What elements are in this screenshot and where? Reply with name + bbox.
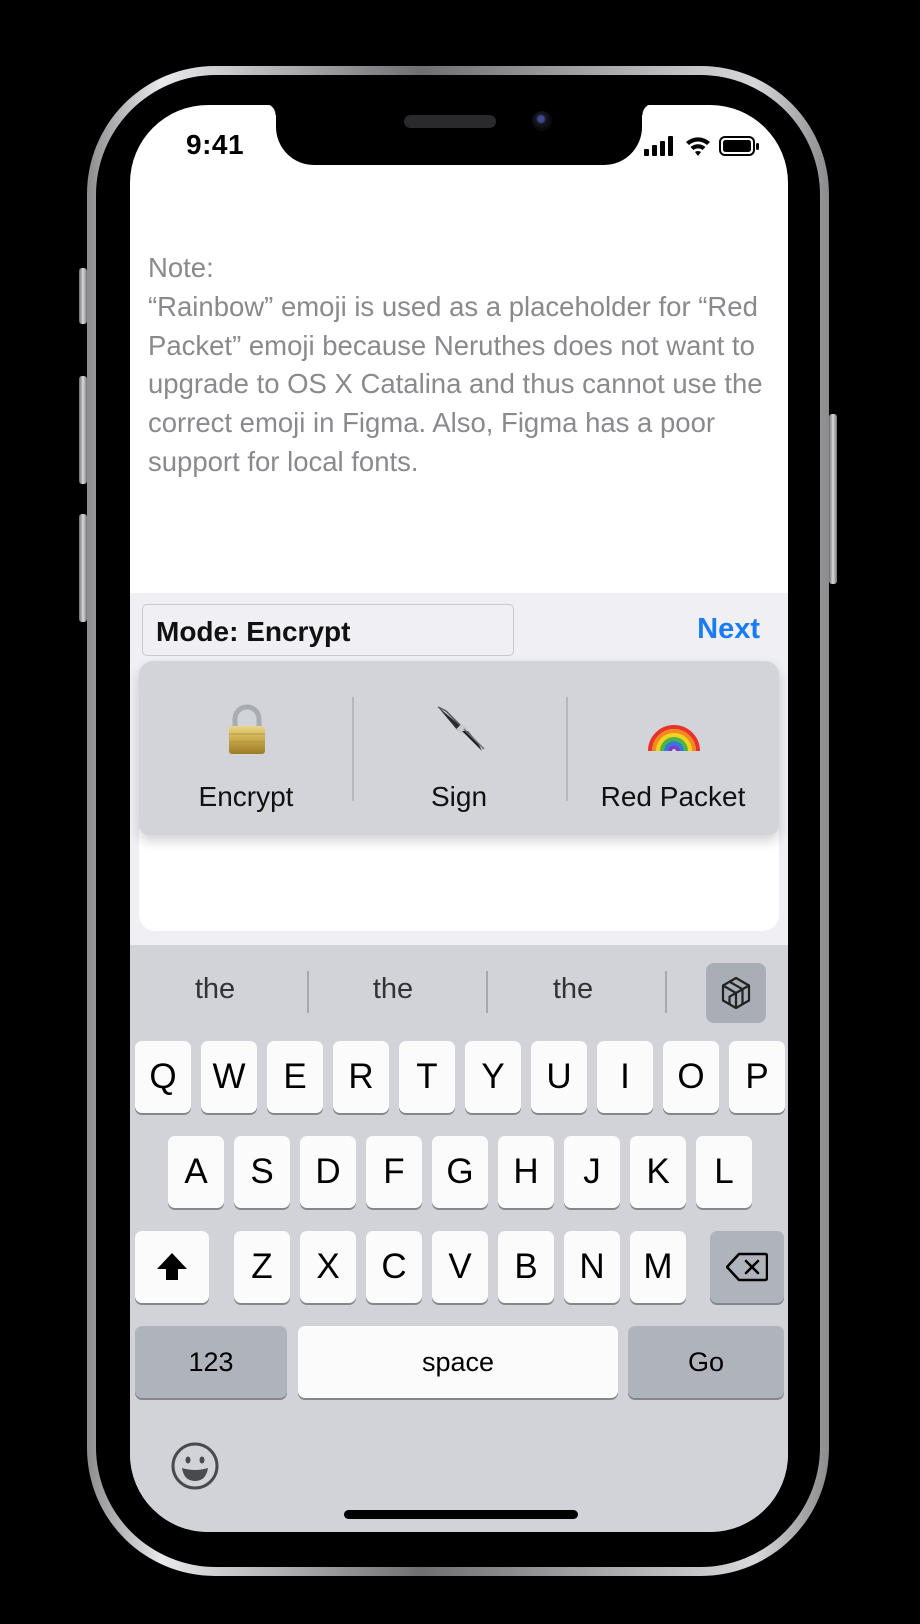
key-p[interactable]: P xyxy=(729,1041,785,1113)
red-packet-action[interactable]: Red Packet xyxy=(566,661,780,835)
delete-key[interactable] xyxy=(710,1231,784,1303)
rainbow-icon xyxy=(648,725,700,752)
sign-label: Sign xyxy=(430,781,488,812)
mode-label: Mode: Encrypt xyxy=(156,616,351,647)
key-w[interactable]: W xyxy=(201,1041,257,1113)
keyboard: the the the Q W E R T Y U I O P A S D F … xyxy=(130,945,788,1532)
note-text: Note: “Rainbow” emoji is used as a place… xyxy=(148,252,763,477)
sign-action[interactable]: Sign xyxy=(352,661,566,835)
keyboard-extension-button[interactable] xyxy=(706,963,766,1023)
suggestion-divider xyxy=(486,971,488,1013)
key-y[interactable]: Y xyxy=(465,1041,521,1113)
key-l[interactable]: L xyxy=(696,1136,752,1208)
status-time: 9:41 xyxy=(186,129,245,160)
key-q[interactable]: Q xyxy=(135,1041,191,1113)
content-card[interactable] xyxy=(139,819,779,931)
mode-field[interactable]: Mode: Encrypt xyxy=(142,604,514,656)
key-z[interactable]: Z xyxy=(234,1231,290,1303)
key-h[interactable]: H xyxy=(498,1136,554,1208)
go-key[interactable]: Go xyxy=(628,1326,784,1398)
red-packet-label: Red Packet xyxy=(600,781,746,812)
status-icons xyxy=(644,136,759,156)
key-b[interactable]: B xyxy=(498,1231,554,1303)
mute-switch xyxy=(79,268,87,324)
key-f[interactable]: F xyxy=(366,1136,422,1208)
key-u[interactable]: U xyxy=(531,1041,587,1113)
key-c[interactable]: C xyxy=(366,1231,422,1303)
key-k[interactable]: K xyxy=(630,1136,686,1208)
shift-key[interactable] xyxy=(135,1231,209,1303)
home-indicator[interactable] xyxy=(344,1510,578,1519)
screen: 9:41 Note: “Rainbow” emoji is used as a … xyxy=(130,105,788,1532)
key-r[interactable]: R xyxy=(333,1041,389,1113)
encrypt-label: Encrypt xyxy=(198,781,294,812)
key-d[interactable]: D xyxy=(300,1136,356,1208)
key-s[interactable]: S xyxy=(234,1136,290,1208)
power-button xyxy=(829,414,837,584)
battery-icon xyxy=(719,136,759,156)
numbers-key[interactable]: 123 xyxy=(135,1326,287,1398)
key-n[interactable]: N xyxy=(564,1231,620,1303)
notch xyxy=(264,105,654,165)
input-area: Mode: Encrypt Next Encrypt Sign Red Pack… xyxy=(130,593,788,945)
lock-icon xyxy=(229,704,265,754)
key-o[interactable]: O xyxy=(663,1041,719,1113)
volume-up-button xyxy=(79,376,87,484)
key-t[interactable]: T xyxy=(399,1041,455,1113)
shift-icon xyxy=(157,1253,187,1280)
key-x[interactable]: X xyxy=(300,1231,356,1303)
key-v[interactable]: V xyxy=(432,1231,488,1303)
emoji-icon[interactable] xyxy=(170,1441,220,1491)
front-camera xyxy=(532,111,552,131)
cellular-signal-icon xyxy=(644,136,673,156)
wifi-icon xyxy=(686,137,710,156)
suggestion-3[interactable]: the xyxy=(498,973,648,1006)
suggestion-divider xyxy=(665,971,667,1013)
volume-down-button xyxy=(79,514,87,622)
earpiece-speaker xyxy=(404,115,496,128)
fountain-pen-icon xyxy=(437,706,485,751)
cube-icon xyxy=(721,976,751,1010)
suggestion-divider xyxy=(307,971,309,1013)
space-key[interactable]: space xyxy=(298,1326,618,1398)
key-i[interactable]: I xyxy=(597,1041,653,1113)
suggestion-2[interactable]: the xyxy=(318,973,468,1006)
key-j[interactable]: J xyxy=(564,1136,620,1208)
key-g[interactable]: G xyxy=(432,1136,488,1208)
encrypt-action[interactable]: Encrypt xyxy=(139,661,353,835)
key-a[interactable]: A xyxy=(168,1136,224,1208)
suggestion-1[interactable]: the xyxy=(140,973,290,1006)
action-bar: Encrypt Sign Red Packet xyxy=(139,661,779,835)
key-e[interactable]: E xyxy=(267,1041,323,1113)
backspace-icon xyxy=(725,1252,769,1282)
key-m[interactable]: M xyxy=(630,1231,686,1303)
next-button[interactable]: Next xyxy=(697,613,760,646)
